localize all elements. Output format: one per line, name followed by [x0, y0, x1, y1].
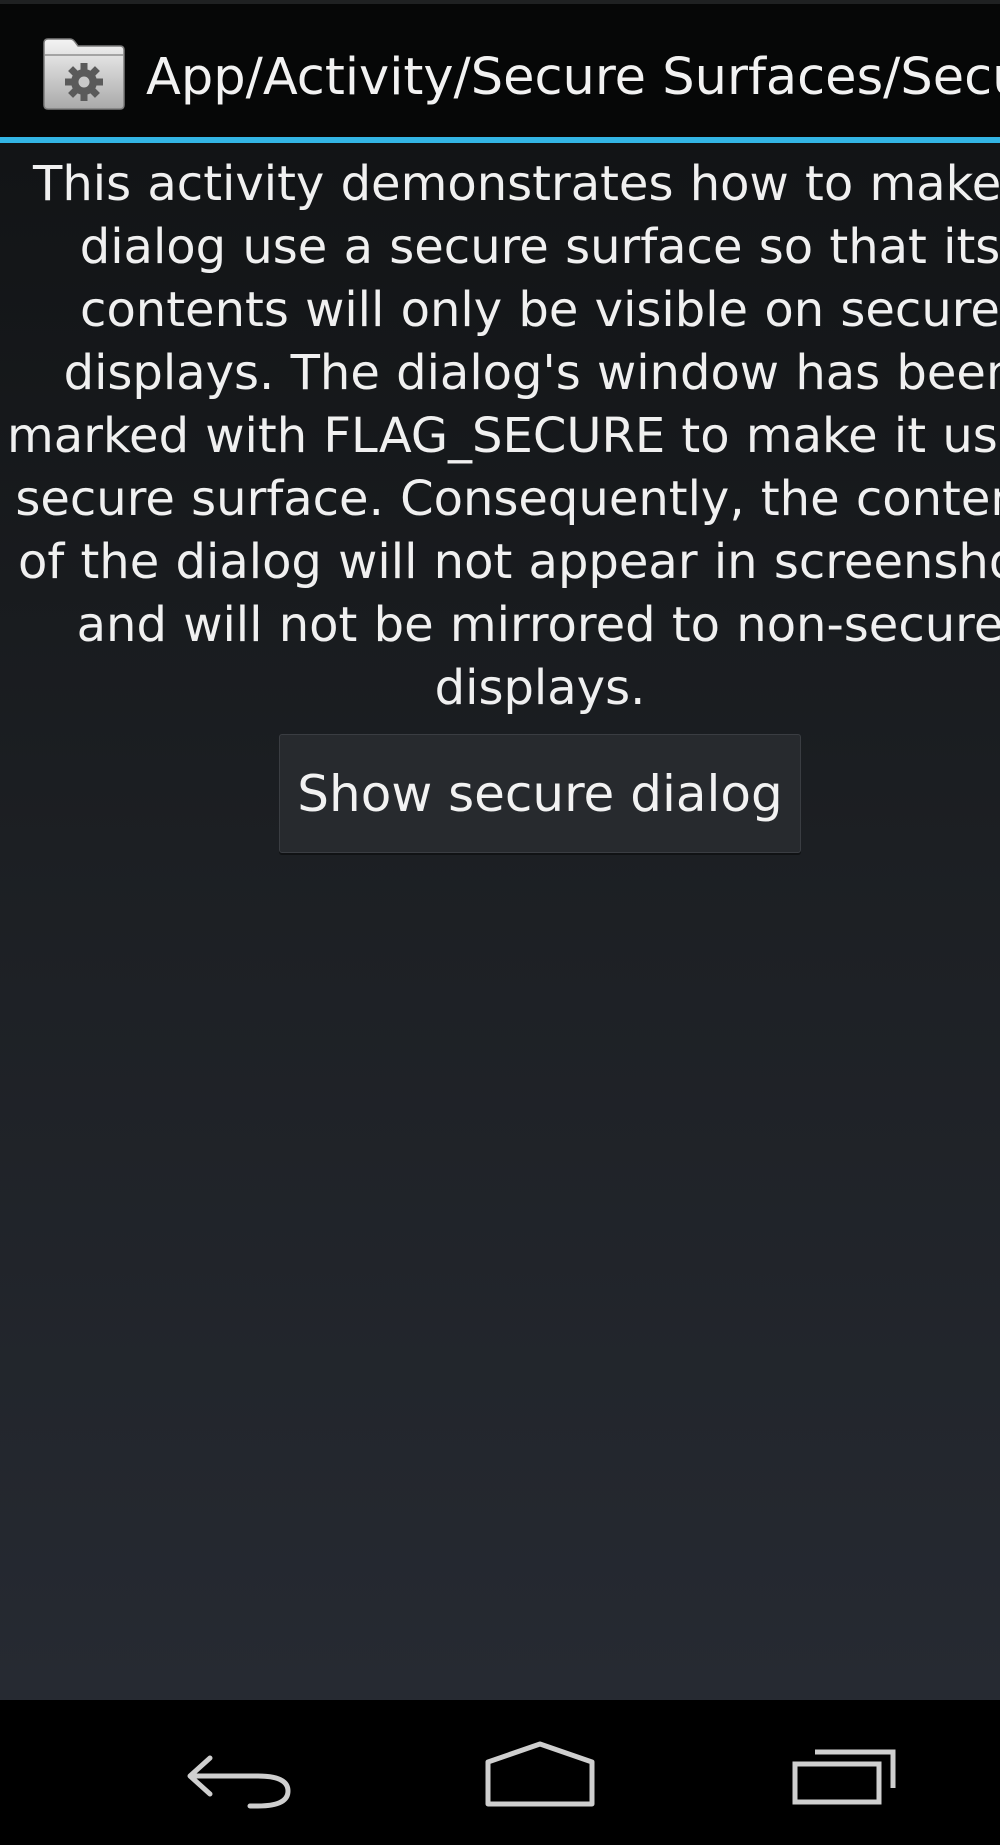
action-bar: App/Activity/Secure Surfaces/Secure Dial…: [0, 0, 1000, 139]
description-line: and will not be mirrored to non-secure: [76, 597, 1000, 653]
description-line: displays.: [434, 660, 646, 716]
show-secure-dialog-button[interactable]: Show secure dialog: [279, 734, 801, 853]
description-line: of the dialog will not appear in screens…: [17, 534, 1000, 590]
folder-gear-icon[interactable]: [40, 37, 128, 111]
app-screen: App/Activity/Secure Surfaces/Secure Dial…: [0, 0, 1000, 1845]
description-line: displays. The dialog's window has been: [63, 345, 1000, 401]
description-line: marked with FLAG_SECURE to make it use a: [7, 408, 1000, 464]
recent-apps-icon[interactable]: [787, 1740, 907, 1810]
description-line: contents will only be visible on secure: [80, 282, 1000, 338]
navigation-bar: [0, 1700, 1000, 1845]
back-arrow-icon[interactable]: [180, 1740, 300, 1810]
action-bar-title: App/Activity/Secure Surfaces/Secure Dial…: [146, 48, 1000, 107]
description-text: This activity demonstrates how to make a…: [0, 153, 1000, 720]
home-icon[interactable]: [480, 1740, 600, 1810]
description-line: dialog use a secure surface so that its: [79, 219, 1000, 275]
description-line: secure surface. Consequently, the conten…: [15, 471, 1000, 527]
description-line: This activity demonstrates how to make a: [33, 156, 1000, 212]
main-content: This activity demonstrates how to make a…: [0, 143, 1000, 1700]
